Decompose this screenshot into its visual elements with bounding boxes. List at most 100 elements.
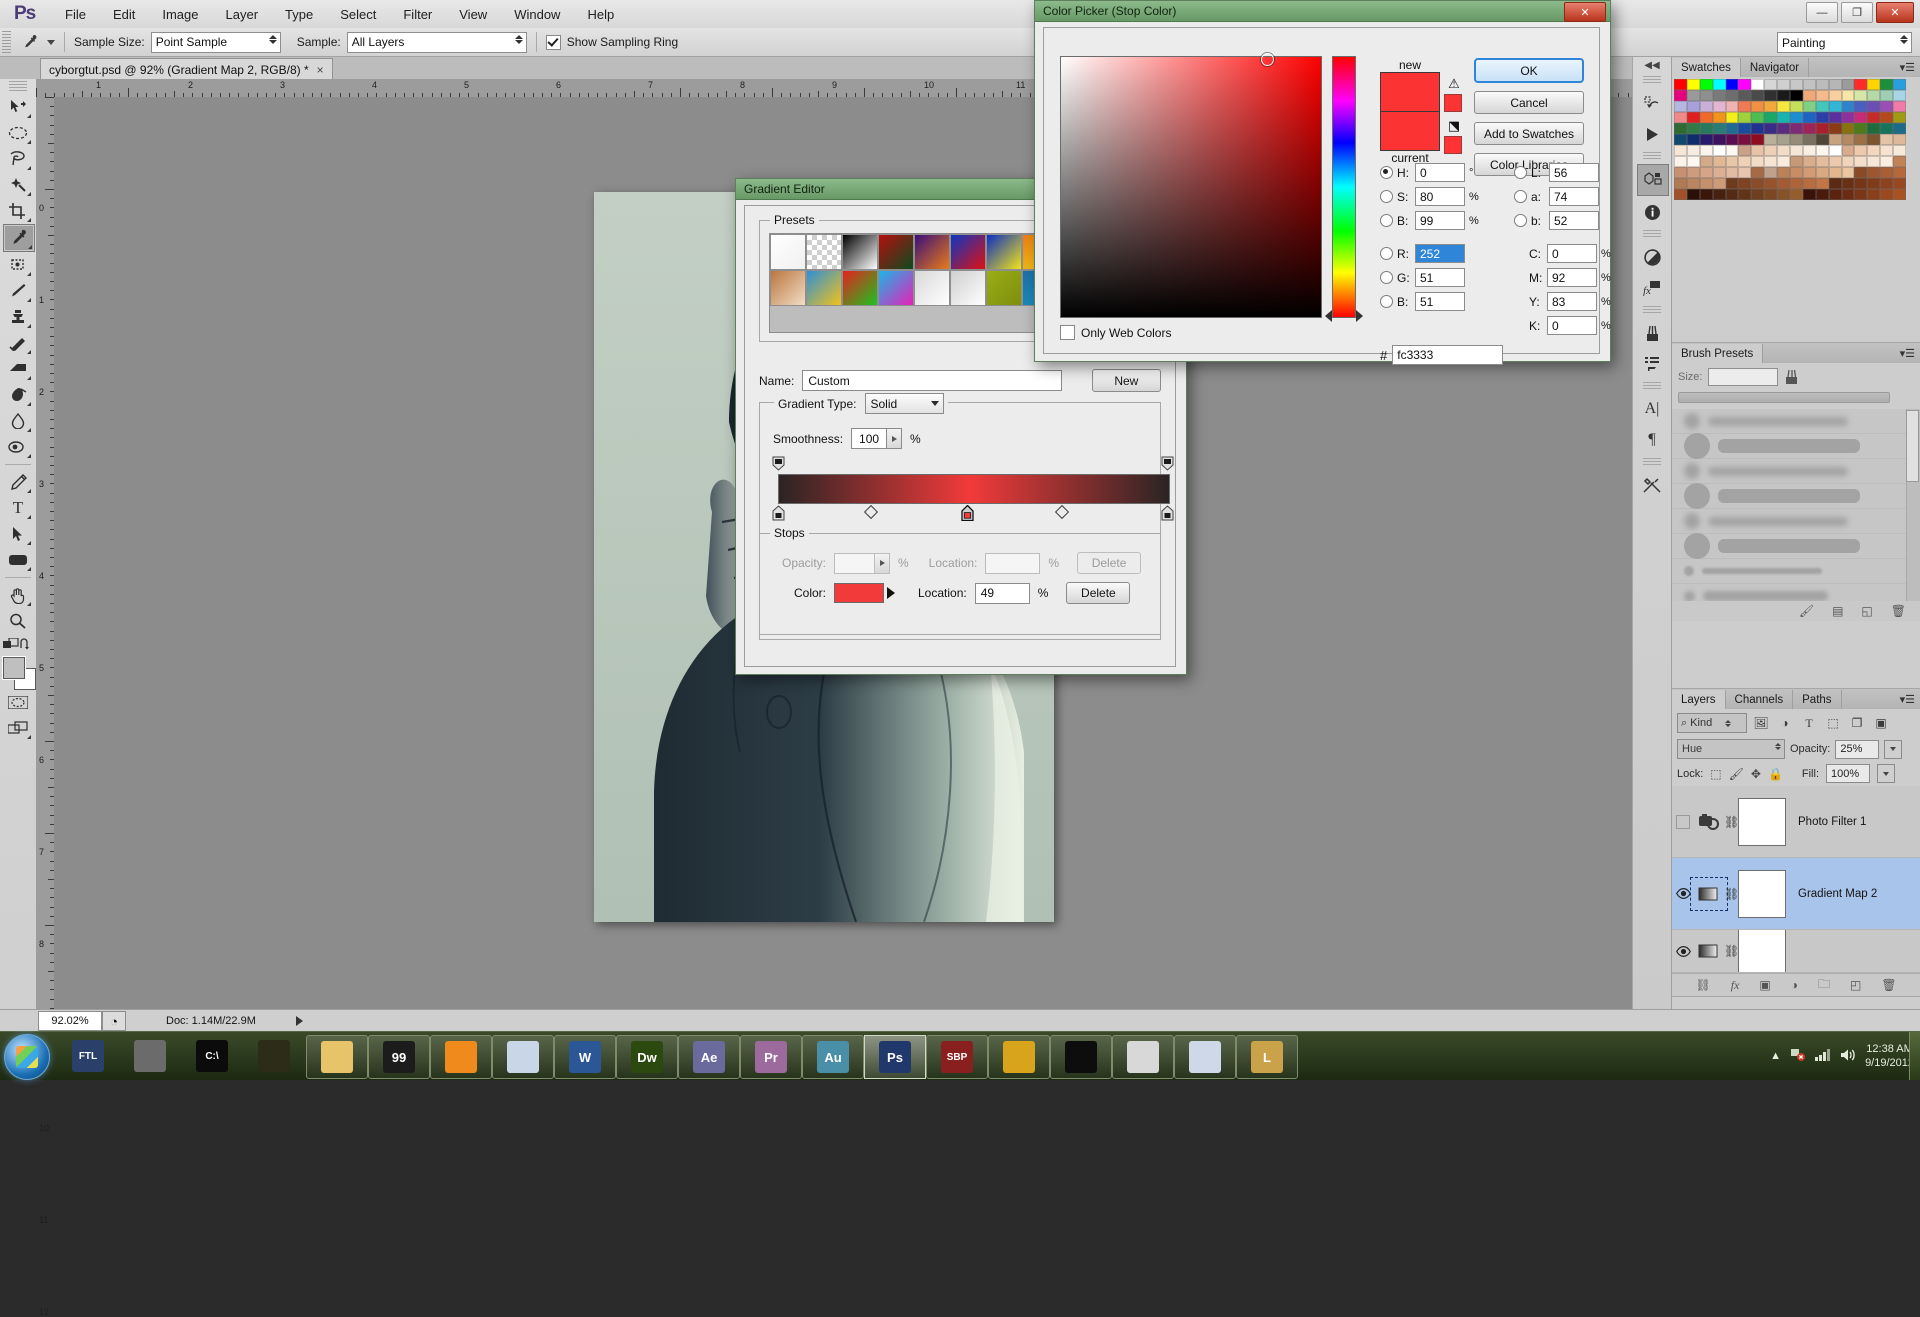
swatch-cell[interactable] xyxy=(1751,189,1765,200)
panel-menu-icon[interactable]: ▾☰ xyxy=(1900,693,1915,706)
taskbar-item-safari-browser[interactable] xyxy=(492,1035,554,1079)
opacity-input[interactable]: 25% xyxy=(1835,739,1880,759)
gradient-preset-cell[interactable] xyxy=(914,270,950,306)
eraser-tool[interactable] xyxy=(3,356,33,382)
taskbar-item-system-monitor[interactable] xyxy=(1174,1035,1236,1079)
rail-grip[interactable] xyxy=(1643,382,1661,391)
lab-l-radio[interactable] xyxy=(1514,166,1527,179)
swatch-cell[interactable] xyxy=(1764,123,1778,134)
swatch-cell[interactable] xyxy=(1764,167,1778,178)
start-button[interactable] xyxy=(4,1034,50,1080)
tab-paths[interactable]: Paths xyxy=(1793,690,1842,709)
hue-input[interactable]: 0 xyxy=(1415,163,1465,182)
swatch-cell[interactable] xyxy=(1828,156,1842,167)
swatch-cell[interactable] xyxy=(1841,112,1855,123)
menu-window[interactable]: Window xyxy=(511,5,563,24)
swatch-cell[interactable] xyxy=(1712,134,1726,145)
history-icon[interactable] xyxy=(1637,88,1667,118)
table-row[interactable]: ⛓ Gradient Map 2 xyxy=(1672,858,1920,930)
swatch-cell[interactable] xyxy=(1751,145,1765,156)
swatch-cell[interactable] xyxy=(1815,167,1829,178)
gradient-preset-cell[interactable] xyxy=(986,234,1022,270)
black-row[interactable]: K: 0 % xyxy=(1514,316,1615,335)
layer-mask-thumbnail[interactable] xyxy=(1738,797,1786,846)
swatch-cell[interactable] xyxy=(1751,90,1765,101)
swatch-cell[interactable] xyxy=(1802,101,1816,112)
gradient-preset-cell[interactable] xyxy=(878,234,914,270)
sample-size-select[interactable]: Point Sample xyxy=(150,31,281,53)
menu-edit[interactable]: Edit xyxy=(110,5,138,24)
taskbar-item-google-chrome[interactable] xyxy=(1112,1035,1174,1079)
crop-tool[interactable] xyxy=(3,198,33,224)
info-icon[interactable] xyxy=(1637,197,1667,227)
scrollbar-thumb[interactable] xyxy=(1906,410,1919,482)
swatch-cell[interactable] xyxy=(1867,167,1881,178)
swatch-cell[interactable] xyxy=(1686,178,1700,189)
status-preview-icon[interactable]: ◔ xyxy=(102,1011,126,1031)
swatch-cell[interactable] xyxy=(1777,79,1790,90)
swatch-cell[interactable] xyxy=(1790,134,1803,145)
lab-l-input[interactable]: 56 xyxy=(1549,163,1599,182)
close-icon[interactable]: ✕ xyxy=(1564,2,1606,22)
brush-size-input[interactable] xyxy=(1708,368,1779,386)
lock-image-pixels-icon[interactable]: 🖌 xyxy=(1729,767,1744,781)
swatch-cell[interactable] xyxy=(1725,178,1739,189)
list-item[interactable] xyxy=(1672,559,1920,584)
pen-tool[interactable] xyxy=(3,469,33,495)
brush-tip-icon[interactable] xyxy=(1784,368,1804,386)
fill-input[interactable]: 100% xyxy=(1826,764,1870,783)
gradient-preset-cell[interactable] xyxy=(806,234,842,270)
show-sampling-ring-checkbox[interactable]: Show Sampling Ring xyxy=(545,34,678,50)
menu-filter[interactable]: Filter xyxy=(400,5,435,24)
swatch-cell[interactable] xyxy=(1686,123,1700,134)
swatch-cell[interactable] xyxy=(1751,79,1765,90)
scrollbar[interactable] xyxy=(1906,409,1920,601)
swatch-cell[interactable] xyxy=(1802,167,1816,178)
color-picker-titlebar[interactable]: Color Picker (Stop Color) ✕ xyxy=(1035,1,1610,22)
swatch-cell[interactable] xyxy=(1854,134,1868,145)
screen-mode-button[interactable] xyxy=(3,715,33,741)
list-item[interactable] xyxy=(1672,433,1920,459)
taskbar-item-dreamweaver[interactable]: Dw xyxy=(616,1035,678,1079)
blue-row[interactable]: B: 51 xyxy=(1380,292,1481,311)
swatch-cell[interactable] xyxy=(1764,156,1778,167)
paragraph-icon[interactable]: ¶ xyxy=(1637,425,1667,455)
swatch-cell[interactable] xyxy=(1699,145,1713,156)
maximize-button[interactable]: ❐ xyxy=(1841,2,1873,23)
reset-colors-icon[interactable] xyxy=(19,638,33,651)
yellow-input[interactable]: 83 xyxy=(1547,292,1597,311)
clone-source-icon[interactable] xyxy=(1637,349,1667,379)
stop-color-swatch[interactable] xyxy=(834,583,884,603)
add-layer-mask-icon[interactable]: ▣ xyxy=(1759,978,1770,992)
swatch-cell[interactable] xyxy=(1802,156,1816,167)
swatch-cell[interactable] xyxy=(1841,167,1855,178)
swatch-cell[interactable] xyxy=(1867,79,1881,90)
menu-view[interactable]: View xyxy=(456,5,490,24)
brush-size-slider[interactable] xyxy=(1678,392,1890,403)
swatch-cell[interactable] xyxy=(1790,79,1803,90)
rectangle-tool[interactable] xyxy=(3,547,33,573)
swatch-cell[interactable] xyxy=(1893,123,1906,134)
toolbox-grip[interactable] xyxy=(9,81,27,92)
3d-icon[interactable] xyxy=(1637,164,1669,196)
layer-visibility-toggle[interactable] xyxy=(1672,945,1694,957)
magenta-row[interactable]: M: 92 % xyxy=(1514,268,1615,287)
saturation-value-field[interactable] xyxy=(1060,53,1322,318)
swatch-cell[interactable] xyxy=(1699,167,1713,178)
swatch-cell[interactable] xyxy=(1867,90,1881,101)
swatch-cell[interactable] xyxy=(1751,101,1765,112)
list-item[interactable] xyxy=(1672,509,1920,534)
path-selection-tool[interactable] xyxy=(3,521,33,547)
swatch-cell[interactable] xyxy=(1686,101,1700,112)
opacity-stop-right[interactable] xyxy=(1161,456,1174,471)
swatch-cell[interactable] xyxy=(1725,101,1739,112)
current-color-swatch[interactable] xyxy=(1380,112,1440,151)
swatch-cell[interactable] xyxy=(1764,134,1778,145)
panel-menu-icon[interactable]: ▾☰ xyxy=(1900,347,1915,360)
web-safe-warning-icon[interactable]: ⬔ xyxy=(1444,118,1464,134)
brush-panel-icon[interactable]: ▤ xyxy=(1832,604,1843,618)
swatch-cell[interactable] xyxy=(1828,145,1842,156)
swatch-cell[interactable] xyxy=(1674,178,1687,189)
swatch-cell[interactable] xyxy=(1751,156,1765,167)
gradient-preset-cell[interactable] xyxy=(986,270,1022,306)
